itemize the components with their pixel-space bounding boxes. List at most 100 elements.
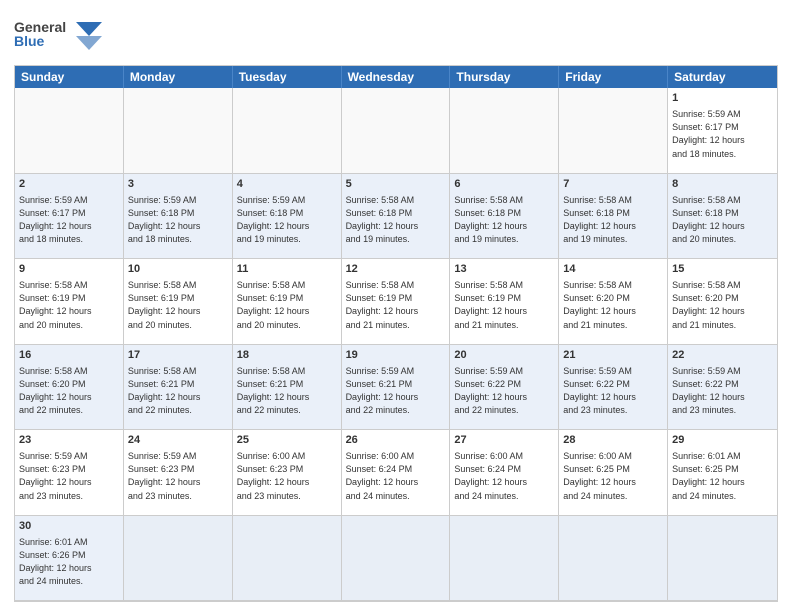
calendar-cell: 24 Sunrise: 5:59 AM Sunset: 6:23 PM Dayli… — [124, 430, 233, 516]
calendar-cell: 3 Sunrise: 5:59 AM Sunset: 6:18 PM Daylig… — [124, 174, 233, 260]
cell-sun-info: Sunrise: 5:59 AM Sunset: 6:17 PM Dayligh… — [19, 194, 119, 246]
cell-date-number: 1 — [672, 91, 773, 106]
calendar-cell: 21 Sunrise: 5:59 AM Sunset: 6:22 PM Dayli… — [559, 345, 668, 431]
calendar-cell — [668, 516, 777, 602]
calendar-cell: 26 Sunrise: 6:00 AM Sunset: 6:24 PM Dayli… — [342, 430, 451, 516]
cell-sun-info: Sunrise: 5:58 AM Sunset: 6:19 PM Dayligh… — [346, 279, 446, 331]
cell-sun-info: Sunrise: 5:58 AM Sunset: 6:19 PM Dayligh… — [237, 279, 337, 331]
cell-sun-info: Sunrise: 6:00 AM Sunset: 6:24 PM Dayligh… — [346, 450, 446, 502]
cell-sun-info: Sunrise: 6:00 AM Sunset: 6:25 PM Dayligh… — [563, 450, 663, 502]
cell-date-number: 4 — [237, 177, 337, 192]
cell-date-number: 8 — [672, 177, 773, 192]
cell-sun-info: Sunrise: 5:58 AM Sunset: 6:21 PM Dayligh… — [237, 365, 337, 417]
cell-sun-info: Sunrise: 5:58 AM Sunset: 6:20 PM Dayligh… — [563, 279, 663, 331]
cell-date-number: 2 — [19, 177, 119, 192]
cell-sun-info: Sunrise: 5:59 AM Sunset: 6:18 PM Dayligh… — [128, 194, 228, 246]
calendar-cell: 29 Sunrise: 6:01 AM Sunset: 6:25 PM Dayli… — [668, 430, 777, 516]
cell-date-number: 5 — [346, 177, 446, 192]
header: General Blue — [14, 10, 778, 59]
cell-sun-info: Sunrise: 5:59 AM Sunset: 6:23 PM Dayligh… — [19, 450, 119, 502]
cell-sun-info: Sunrise: 5:59 AM Sunset: 6:22 PM Dayligh… — [454, 365, 554, 417]
cell-date-number: 21 — [563, 348, 663, 363]
cell-date-number: 15 — [672, 262, 773, 277]
cell-sun-info: Sunrise: 5:59 AM Sunset: 6:18 PM Dayligh… — [237, 194, 337, 246]
calendar-cell: 18 Sunrise: 5:58 AM Sunset: 6:21 PM Dayli… — [233, 345, 342, 431]
cell-date-number: 30 — [19, 519, 119, 534]
day-header-tuesday: Tuesday — [233, 66, 342, 88]
calendar-cell: 9 Sunrise: 5:58 AM Sunset: 6:19 PM Daylig… — [15, 259, 124, 345]
calendar-cell — [124, 88, 233, 174]
cell-date-number: 28 — [563, 433, 663, 448]
cell-date-number: 14 — [563, 262, 663, 277]
calendar-cell: 1 Sunrise: 5:59 AM Sunset: 6:17 PM Daylig… — [668, 88, 777, 174]
calendar-cell: 15 Sunrise: 5:58 AM Sunset: 6:20 PM Dayli… — [668, 259, 777, 345]
calendar-cell: 5 Sunrise: 5:58 AM Sunset: 6:18 PM Daylig… — [342, 174, 451, 260]
cell-date-number: 10 — [128, 262, 228, 277]
cell-sun-info: Sunrise: 5:58 AM Sunset: 6:19 PM Dayligh… — [19, 279, 119, 331]
cell-date-number: 19 — [346, 348, 446, 363]
cell-date-number: 27 — [454, 433, 554, 448]
logo: General Blue — [14, 14, 104, 59]
calendar-cell: 11 Sunrise: 5:58 AM Sunset: 6:19 PM Dayli… — [233, 259, 342, 345]
calendar-cell: 22Sunrise: 5:59 AM Sunset: 6:22 PM Dayli… — [668, 345, 777, 431]
cell-date-number: 13 — [454, 262, 554, 277]
calendar-cell: 6 Sunrise: 5:58 AM Sunset: 6:18 PM Daylig… — [450, 174, 559, 260]
cell-sun-info: Sunrise: 5:59 AM Sunset: 6:22 PM Dayligh… — [563, 365, 663, 417]
cell-date-number: 11 — [237, 262, 337, 277]
cell-sun-info: Sunrise: 6:01 AM Sunset: 6:25 PM Dayligh… — [672, 450, 773, 502]
day-header-wednesday: Wednesday — [342, 66, 451, 88]
day-header-friday: Friday — [559, 66, 668, 88]
cell-sun-info: Sunrise: 5:59 AM Sunset: 6:22 PM Dayligh… — [672, 365, 773, 417]
cell-date-number: 6 — [454, 177, 554, 192]
cell-sun-info: Sunrise: 5:58 AM Sunset: 6:20 PM Dayligh… — [672, 279, 773, 331]
cell-sun-info: Sunrise: 5:59 AM Sunset: 6:23 PM Dayligh… — [128, 450, 228, 502]
cell-date-number: 16 — [19, 348, 119, 363]
cell-date-number: 3 — [128, 177, 228, 192]
cell-date-number: 12 — [346, 262, 446, 277]
calendar-cell: 14 Sunrise: 5:58 AM Sunset: 6:20 PM Dayli… — [559, 259, 668, 345]
cell-date-number: 26 — [346, 433, 446, 448]
cell-sun-info: Sunrise: 5:58 AM Sunset: 6:19 PM Dayligh… — [128, 279, 228, 331]
calendar-cell: 7Sunrise: 5:58 AM Sunset: 6:18 PM Daylig… — [559, 174, 668, 260]
calendar-grid: 1 Sunrise: 5:59 AM Sunset: 6:17 PM Daylig… — [15, 88, 777, 601]
calendar-cell: 27 Sunrise: 6:00 AM Sunset: 6:24 PM Dayli… — [450, 430, 559, 516]
cell-date-number: 24 — [128, 433, 228, 448]
calendar-cell: 20 Sunrise: 5:59 AM Sunset: 6:22 PM Dayli… — [450, 345, 559, 431]
calendar-cell: 30Sunrise: 6:01 AM Sunset: 6:26 PM Dayli… — [15, 516, 124, 602]
calendar-cell: 8Sunrise: 5:58 AM Sunset: 6:18 PM Daylig… — [668, 174, 777, 260]
cell-sun-info: Sunrise: 5:59 AM Sunset: 6:21 PM Dayligh… — [346, 365, 446, 417]
calendar-cell — [559, 88, 668, 174]
cell-date-number: 9 — [19, 262, 119, 277]
cell-date-number: 7 — [563, 177, 663, 192]
cell-sun-info: Sunrise: 5:58 AM Sunset: 6:18 PM Dayligh… — [346, 194, 446, 246]
calendar-cell: 28 Sunrise: 6:00 AM Sunset: 6:25 PM Dayli… — [559, 430, 668, 516]
cell-date-number: 18 — [237, 348, 337, 363]
cell-sun-info: Sunrise: 5:59 AM Sunset: 6:17 PM Dayligh… — [672, 108, 773, 160]
cell-date-number: 23 — [19, 433, 119, 448]
generalblue-logo: General Blue — [14, 14, 104, 59]
calendar-page: General Blue SundayMondayTuesdayWednesda… — [0, 0, 792, 612]
calendar-cell: 23 Sunrise: 5:59 AM Sunset: 6:23 PM Dayli… — [15, 430, 124, 516]
calendar-cell: 13 Sunrise: 5:58 AM Sunset: 6:19 PM Dayli… — [450, 259, 559, 345]
cell-date-number: 29 — [672, 433, 773, 448]
calendar-cell — [233, 88, 342, 174]
calendar-cell — [342, 88, 451, 174]
calendar-cell: 16Sunrise: 5:58 AM Sunset: 6:20 PM Dayli… — [15, 345, 124, 431]
cell-sun-info: Sunrise: 5:58 AM Sunset: 6:18 PM Dayligh… — [454, 194, 554, 246]
calendar-cell: 2 Sunrise: 5:59 AM Sunset: 6:17 PM Daylig… — [15, 174, 124, 260]
calendar-cell: 19 Sunrise: 5:59 AM Sunset: 6:21 PM Dayli… — [342, 345, 451, 431]
calendar-cell — [233, 516, 342, 602]
cell-date-number: 17 — [128, 348, 228, 363]
day-header-sunday: Sunday — [15, 66, 124, 88]
cell-sun-info: Sunrise: 6:00 AM Sunset: 6:23 PM Dayligh… — [237, 450, 337, 502]
calendar-cell: 10 Sunrise: 5:58 AM Sunset: 6:19 PM Dayli… — [124, 259, 233, 345]
calendar-cell: 17Sunrise: 5:58 AM Sunset: 6:21 PM Dayli… — [124, 345, 233, 431]
day-header-saturday: Saturday — [668, 66, 777, 88]
cell-sun-info: Sunrise: 6:00 AM Sunset: 6:24 PM Dayligh… — [454, 450, 554, 502]
day-header-monday: Monday — [124, 66, 233, 88]
cell-date-number: 20 — [454, 348, 554, 363]
calendar-cell: 25Sunrise: 6:00 AM Sunset: 6:23 PM Dayli… — [233, 430, 342, 516]
cell-sun-info: Sunrise: 5:58 AM Sunset: 6:19 PM Dayligh… — [454, 279, 554, 331]
calendar-cell — [342, 516, 451, 602]
day-headers: SundayMondayTuesdayWednesdayThursdayFrid… — [15, 66, 777, 88]
